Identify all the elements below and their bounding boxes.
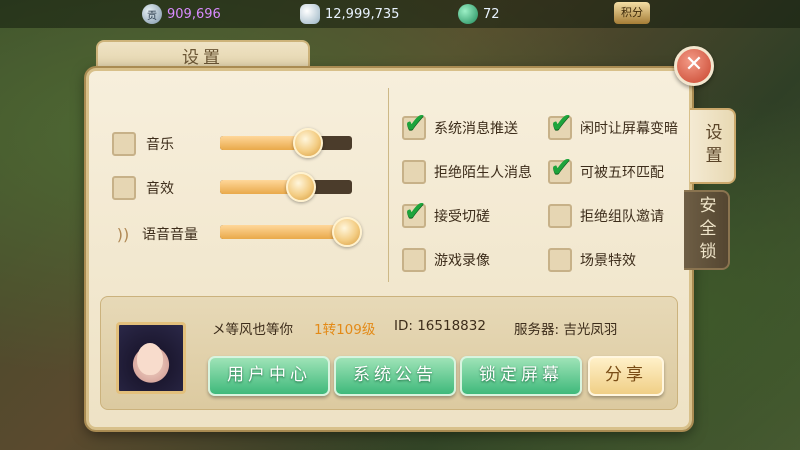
sound-effect-label: 音效 xyxy=(146,181,174,197)
gold-coin-icon: 贡 xyxy=(142,4,162,24)
jade-currency: 72 xyxy=(458,4,500,24)
scene-effects-checkbox[interactable] xyxy=(548,248,572,272)
reject-team-invite-label: 拒绝组队邀请 xyxy=(580,209,664,225)
sound-effect-slider[interactable] xyxy=(220,172,352,202)
five-ring-match-label: 可被五环匹配 xyxy=(580,165,664,181)
tab-security-lock[interactable]: 安全锁 xyxy=(684,190,730,270)
music-row: 音乐 xyxy=(112,132,174,156)
music-slider-knob[interactable] xyxy=(292,128,323,158)
voice-volume-label: 语音音量 xyxy=(142,227,198,243)
jifen-button[interactable]: 积分 xyxy=(614,2,650,24)
player-avatar[interactable] xyxy=(116,322,186,394)
silver-amount: 12,999,735 xyxy=(325,6,400,22)
accept-duel-checkbox[interactable] xyxy=(402,196,427,228)
sound-effect-slider-knob[interactable] xyxy=(286,172,317,202)
reject-stranger-checkbox[interactable] xyxy=(402,160,426,184)
voice-volume-row: )) 语音音量 xyxy=(112,224,198,244)
avatar-face xyxy=(137,343,163,375)
reject-team-invite-checkbox[interactable] xyxy=(548,204,572,228)
user-center-button[interactable]: 用户中心 xyxy=(208,356,330,396)
silver-ingot-icon xyxy=(300,4,320,24)
option-game-recording[interactable]: 游戏录像 xyxy=(402,248,490,272)
share-button[interactable]: 分享 xyxy=(588,356,664,396)
game-recording-label: 游戏录像 xyxy=(434,253,490,269)
reject-stranger-label: 拒绝陌生人消息 xyxy=(434,165,532,181)
tab-settings[interactable]: 设置 xyxy=(690,108,736,184)
option-scene-effects[interactable]: 场景特效 xyxy=(548,248,636,272)
music-label: 音乐 xyxy=(146,137,174,153)
system-push-checkbox[interactable] xyxy=(402,108,427,140)
silver-currency: 12,999,735 xyxy=(300,4,399,24)
jade-icon xyxy=(458,4,478,24)
player-level: 1转109级 xyxy=(314,322,376,338)
voice-volume-slider[interactable] xyxy=(220,217,363,247)
speaker-icon: )) xyxy=(116,224,130,244)
option-accept-duel[interactable]: 接受切磋 xyxy=(402,196,490,228)
sound-effect-row: 音效 xyxy=(112,176,174,200)
dim-screen-label: 闲时让屏幕变暗 xyxy=(580,121,678,137)
gold-currency: 贡 909,696 xyxy=(142,4,221,24)
scene-effects-label: 场景特效 xyxy=(580,253,636,269)
option-five-ring-match[interactable]: 可被五环匹配 xyxy=(548,152,664,184)
announcement-button[interactable]: 系统公告 xyxy=(334,356,456,396)
music-slider[interactable] xyxy=(220,128,352,158)
player-server: 服务器: 吉光凤羽 xyxy=(514,322,618,338)
dim-screen-checkbox[interactable] xyxy=(548,108,573,140)
lock-screen-button[interactable]: 锁定屏幕 xyxy=(460,356,582,396)
voice-volume-slider-fill xyxy=(220,225,346,239)
gold-amount: 909,696 xyxy=(167,6,221,22)
option-system-push[interactable]: 系统消息推送 xyxy=(402,108,518,140)
sound-effect-checkbox[interactable] xyxy=(112,176,136,200)
option-reject-stranger[interactable]: 拒绝陌生人消息 xyxy=(402,160,532,184)
music-checkbox[interactable] xyxy=(112,132,136,156)
game-recording-checkbox[interactable] xyxy=(402,248,426,272)
column-divider xyxy=(388,88,389,282)
close-button[interactable]: ✕ xyxy=(674,46,714,86)
player-name: メ等风也等你 xyxy=(212,322,293,338)
option-dim-screen[interactable]: 闲时让屏幕变暗 xyxy=(548,108,678,140)
player-id: ID: 16518832 xyxy=(394,318,486,334)
jade-amount: 72 xyxy=(483,6,500,22)
five-ring-match-checkbox[interactable] xyxy=(548,152,573,184)
currency-bar: 贡 909,696 12,999,735 72 积分 xyxy=(0,0,800,28)
option-reject-team-invite[interactable]: 拒绝组队邀请 xyxy=(548,204,664,228)
system-push-label: 系统消息推送 xyxy=(434,121,518,137)
accept-duel-label: 接受切磋 xyxy=(434,209,490,225)
